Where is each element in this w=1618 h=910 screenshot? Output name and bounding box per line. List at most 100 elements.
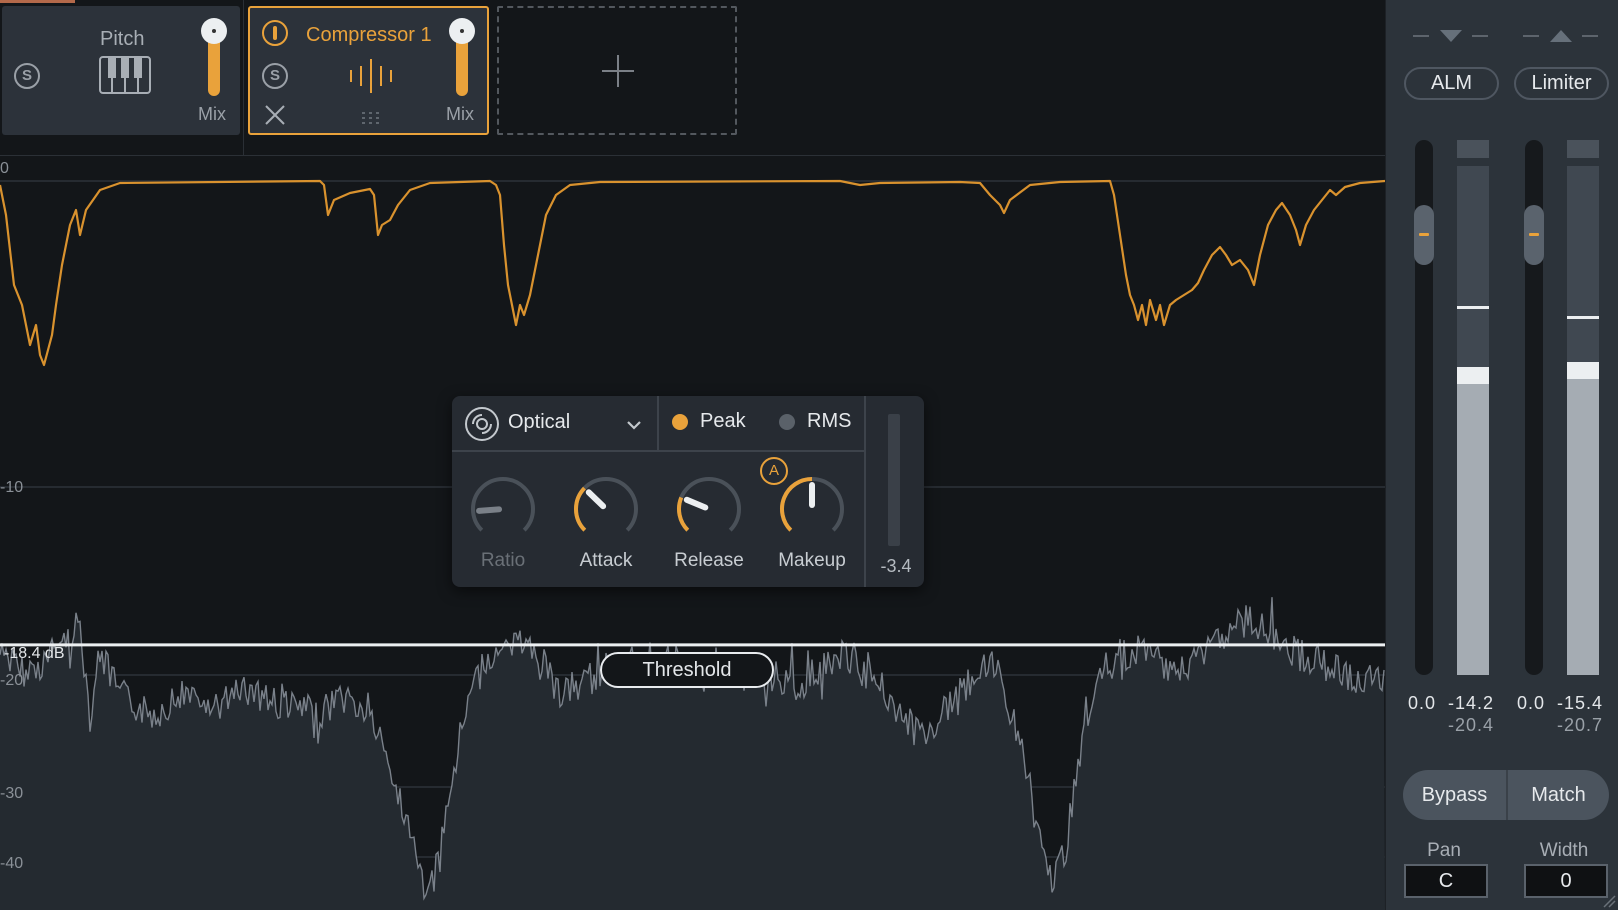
ratio-knob[interactable]: Ratio	[468, 474, 538, 574]
knob-pointer	[476, 506, 503, 514]
limiter-button[interactable]: Limiter	[1514, 67, 1609, 100]
power-icon[interactable]	[262, 20, 288, 46]
clip-indicator	[1567, 140, 1599, 158]
optical-mode-icon	[465, 407, 499, 441]
gain-reduction-curve	[0, 179, 1385, 367]
mix-slider[interactable]	[201, 18, 227, 98]
mix-slider-thumb[interactable]	[449, 18, 475, 44]
gain-reduction-meter	[888, 414, 900, 546]
input-link-indicator[interactable]	[1413, 28, 1488, 44]
y-axis-label: -10	[0, 479, 24, 496]
radio-label: RMS	[807, 410, 852, 432]
knob-label: Attack	[579, 550, 633, 571]
close-icon[interactable]	[264, 104, 286, 126]
drag-handle-icon[interactable]	[362, 112, 380, 124]
plus-icon	[602, 55, 634, 87]
panel-divider	[657, 396, 659, 450]
level-meter	[1457, 140, 1489, 675]
module-compressor[interactable]: Compressor 1 S Mix	[248, 6, 489, 135]
width-label: Width	[1539, 840, 1589, 861]
threshold-readout: -18.4 dB	[4, 645, 65, 662]
knob-dial	[677, 477, 741, 532]
module-title: Pitch	[100, 28, 145, 50]
triangle-down-icon	[1440, 30, 1462, 42]
fader-thumb[interactable]	[1524, 205, 1544, 265]
resize-grip-icon[interactable]	[1602, 894, 1616, 908]
meter-peak-hold	[1457, 305, 1489, 309]
active-indicator	[0, 0, 75, 3]
knob-label: Release	[674, 550, 744, 571]
output-gain-fader[interactable]	[1524, 140, 1544, 675]
peak-value: -14.2	[1448, 693, 1495, 713]
y-axis-label: -20	[0, 672, 24, 689]
knob-pointer	[585, 489, 607, 510]
compressor-panel: Optical Peak RMS Ratio Attack Release Ma…	[452, 396, 924, 587]
pan-field[interactable]: C	[1404, 864, 1488, 898]
output-panel: ALM Limiter 0.0 -14.2 -20.4 0.0 -15.4 -2…	[1385, 0, 1618, 910]
fader-thumb[interactable]	[1414, 205, 1434, 265]
threshold-handle[interactable]: Threshold	[600, 652, 774, 688]
mix-label: Mix	[446, 104, 474, 124]
meter-peak-hold	[1567, 315, 1599, 319]
module-pitch[interactable]: Pitch S Mix	[2, 6, 240, 135]
meter-peak	[1567, 361, 1599, 379]
knob-track	[471, 477, 535, 532]
meter-peak	[1457, 366, 1489, 384]
output-link-indicator[interactable]	[1523, 28, 1598, 44]
makeup-knob[interactable]: Makeup	[777, 474, 847, 574]
chevron-down-icon	[627, 421, 641, 430]
strip-divider	[243, 0, 244, 155]
knob-track	[574, 477, 638, 532]
gain-reduction-value: -3.4	[880, 556, 912, 576]
knob-track	[677, 477, 741, 532]
solo-button[interactable]: S	[14, 63, 40, 89]
rms-value: -20.7	[1557, 715, 1604, 735]
meter-fill	[1567, 374, 1599, 675]
match-button[interactable]: Match	[1508, 770, 1609, 820]
clip-indicator	[1457, 140, 1489, 158]
solo-icon: S	[21, 67, 32, 84]
mix-slider[interactable]	[449, 18, 475, 98]
peak-value: -15.4	[1557, 693, 1604, 713]
width-field[interactable]: 0	[1524, 864, 1608, 898]
release-knob[interactable]: Release	[674, 474, 744, 574]
pan-label: Pan	[1427, 840, 1461, 861]
mix-slider-thumb[interactable]	[201, 18, 227, 44]
input-gain-fader[interactable]	[1414, 140, 1434, 675]
piano-keys-icon	[99, 56, 151, 94]
solo-button[interactable]: S	[262, 63, 288, 89]
knob-pointer	[683, 496, 709, 511]
y-axis-label: -30	[0, 785, 24, 802]
compressor-bars-icon	[350, 59, 392, 93]
knob-value-arc	[574, 486, 587, 532]
meter-fill	[1457, 379, 1489, 675]
radio-dot	[672, 414, 688, 430]
knob-label: Makeup	[778, 550, 846, 571]
knob-label: Ratio	[480, 550, 526, 571]
triangle-up-icon	[1550, 30, 1572, 42]
panel-divider	[864, 396, 866, 587]
mode-dropdown[interactable]: Optical	[464, 406, 649, 442]
mode-label: Optical	[508, 411, 571, 433]
knob-dial	[471, 477, 535, 532]
knob-dial	[780, 477, 844, 532]
module-chain: Pitch S Mix Compressor 1 S Mix	[0, 0, 1385, 155]
fader-value: 0.0	[1408, 693, 1437, 713]
level-meter	[1567, 140, 1599, 675]
module-title: Compressor 1	[306, 24, 432, 46]
radio-dot	[779, 414, 795, 430]
bypass-button[interactable]: Bypass	[1403, 770, 1506, 820]
attack-knob[interactable]: Attack	[571, 474, 641, 574]
rms-value: -20.4	[1448, 715, 1495, 735]
auto-makeup-button[interactable]: A	[760, 457, 788, 485]
solo-icon: S	[269, 67, 280, 84]
radio-label: Peak	[700, 410, 746, 432]
mix-label: Mix	[198, 104, 226, 124]
alm-button[interactable]: ALM	[1404, 67, 1499, 100]
fader-value: 0.0	[1517, 693, 1546, 713]
bypass-match-group: Bypass Match	[1403, 770, 1609, 820]
knob-dial	[574, 477, 638, 532]
panel-divider	[452, 450, 864, 452]
add-module-slot[interactable]	[497, 6, 737, 135]
y-axis-label: 0	[0, 160, 9, 177]
